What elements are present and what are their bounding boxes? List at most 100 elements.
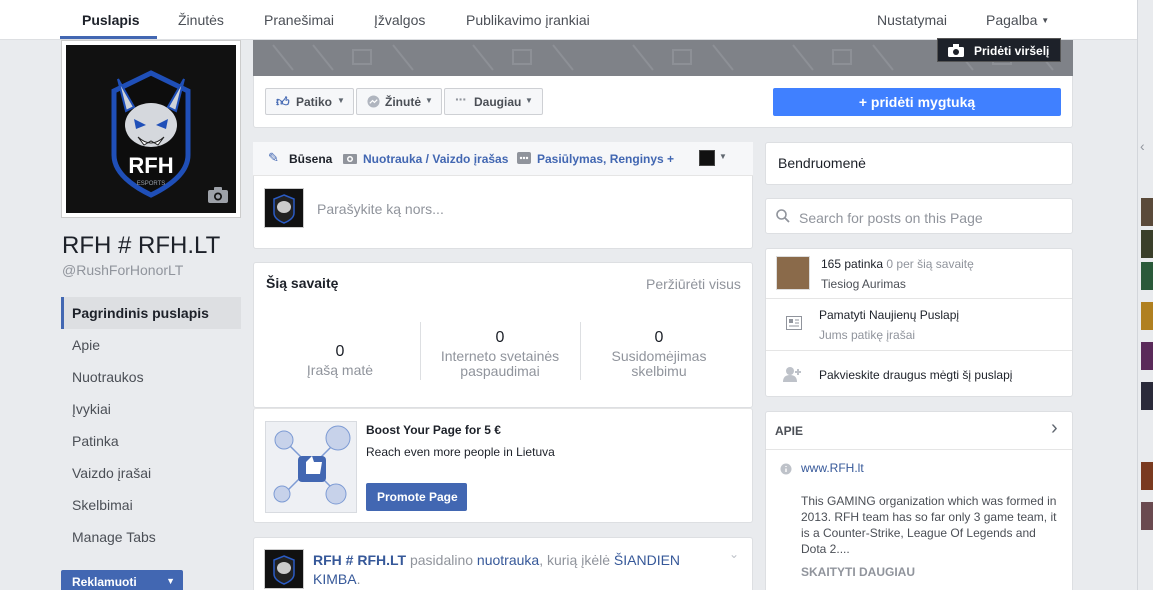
page-top-nav: Puslapis Žinutės Pranešimai Įžvalgos Pub… bbox=[0, 0, 1137, 40]
add-cover-button[interactable]: Pridėti viršelį bbox=[937, 38, 1061, 62]
sidebar-item-about[interactable]: Apie bbox=[61, 329, 241, 361]
pencil-icon: ✎ bbox=[268, 150, 279, 165]
tab-notifications[interactable]: Pranešimai bbox=[264, 12, 334, 28]
news-feed-icon bbox=[786, 316, 802, 330]
about-description: This GAMING organization which was forme… bbox=[801, 494, 1057, 556]
post-action-text: pasidalino bbox=[409, 552, 474, 568]
sidebar-item-videos[interactable]: Vaizdo įrašai bbox=[61, 457, 241, 489]
chevron-left-icon[interactable]: ‹ bbox=[1140, 138, 1145, 154]
stat-label: Interneto svetainės paspaudimai bbox=[440, 348, 560, 379]
sidebar-item-manage-tabs[interactable]: Manage Tabs bbox=[61, 521, 241, 553]
tab-offer-event[interactable]: Pasiūlymas, Renginys + bbox=[537, 152, 674, 166]
avatar[interactable] bbox=[776, 256, 810, 290]
divider bbox=[766, 350, 1072, 351]
stat-label: Įrašą matė bbox=[306, 362, 374, 378]
community-title: Bendruomenė bbox=[778, 155, 866, 171]
avatar bbox=[264, 549, 304, 589]
help-label: Pagalba bbox=[986, 12, 1038, 28]
search-input[interactable]: Search for posts on this Page bbox=[799, 210, 983, 226]
boost-title: Boost Your Page for 5 € bbox=[366, 423, 501, 437]
globe-icon bbox=[780, 463, 792, 475]
sidebar-item-photos[interactable]: Nuotraukos bbox=[61, 361, 241, 393]
tab-page[interactable]: Puslapis bbox=[82, 12, 140, 28]
messenger-icon bbox=[367, 95, 380, 108]
camera-icon[interactable] bbox=[207, 186, 229, 204]
thumbs-up-icon: 👍︎ bbox=[276, 94, 290, 109]
likes-week: 0 per šią savaitę bbox=[886, 257, 974, 271]
thumbnail[interactable] bbox=[1141, 262, 1153, 290]
post-as-selector[interactable]: ▼ bbox=[699, 150, 729, 166]
promote-page-button[interactable]: Promote Page bbox=[366, 483, 467, 511]
sidebar-item-events[interactable]: Įvykiai bbox=[61, 393, 241, 425]
post-photo-link[interactable]: nuotrauka bbox=[477, 552, 539, 568]
offer-icon bbox=[517, 152, 531, 164]
sidebar-item-likes[interactable]: Patinka bbox=[61, 425, 241, 457]
like-button[interactable]: 👍︎ Patiko ▼ bbox=[265, 88, 354, 115]
post-author-link[interactable]: RFH # RFH.LT bbox=[313, 552, 406, 568]
profile-picture-image: RFH ESPORTS bbox=[66, 45, 236, 213]
more-label: Daugiau bbox=[474, 95, 522, 109]
wolf-logo-icon bbox=[273, 555, 295, 585]
chevron-down-icon[interactable]: ⌄ bbox=[729, 547, 739, 561]
thumbnail[interactable] bbox=[1141, 198, 1153, 226]
tab-status[interactable]: Būsena bbox=[289, 152, 332, 166]
see-feed-link[interactable]: Pamatyti Naujienų Puslapį bbox=[819, 308, 959, 322]
caret-down-icon: ▼ bbox=[425, 96, 433, 105]
post-dot: . bbox=[356, 571, 361, 587]
caret-down-icon: ▼ bbox=[166, 576, 175, 586]
add-button-cta[interactable]: + pridėti mygtuką bbox=[773, 88, 1061, 116]
read-more-link[interactable]: SKAITYTI DAUGIAU bbox=[801, 565, 915, 579]
camera-icon bbox=[948, 44, 964, 57]
caret-down-icon: ▼ bbox=[525, 96, 533, 105]
settings-link[interactable]: Nustatymai bbox=[877, 12, 947, 28]
sidebar-item-home[interactable]: Pagrindinis puslapis bbox=[61, 297, 241, 329]
thumbnail[interactable] bbox=[1141, 502, 1153, 530]
stat-label: Susidomėjimas skelbimu bbox=[611, 348, 707, 379]
search-box[interactable]: Search for posts on this Page bbox=[765, 198, 1073, 234]
stat-value: 0 bbox=[335, 343, 345, 360]
recent-liker[interactable]: Tiesiog Aurimas bbox=[821, 277, 906, 291]
likes-card: 165 patinka 0 per šią savaitę Tiesiog Au… bbox=[765, 248, 1073, 397]
thumbnail[interactable] bbox=[1141, 302, 1153, 330]
more-dots-icon: ··· bbox=[455, 91, 467, 107]
post-action-rest: , kurią įkėlė bbox=[539, 552, 611, 568]
page-title: RFH # RFH.LT bbox=[62, 232, 221, 259]
profile-picture[interactable]: RFH ESPORTS bbox=[61, 40, 241, 218]
composer-input[interactable]: Parašykite ką nors... bbox=[317, 201, 444, 217]
tab-publishing-tools[interactable]: Publikavimo įrankiai bbox=[466, 12, 590, 28]
about-title: APIE bbox=[775, 424, 804, 438]
more-button[interactable]: ··· Daugiau ▼ bbox=[444, 88, 543, 115]
search-icon bbox=[776, 209, 790, 223]
thumbnail[interactable] bbox=[1141, 230, 1153, 258]
this-week-title: Šią savaitę bbox=[266, 275, 339, 291]
avatar bbox=[264, 188, 304, 228]
thumbnail[interactable] bbox=[1141, 462, 1153, 490]
website-link[interactable]: www.RFH.lt bbox=[801, 461, 864, 475]
help-link[interactable]: Pagalba ▼ bbox=[986, 12, 1049, 28]
community-card[interactable]: Bendruomenė bbox=[765, 142, 1073, 185]
caret-down-icon: ▼ bbox=[1041, 16, 1050, 25]
likes-count-line: 165 patinka 0 per šią savaitę bbox=[821, 257, 974, 271]
sidebar-item-ads[interactable]: Skelbimai bbox=[61, 489, 241, 521]
thumbnail[interactable] bbox=[1141, 382, 1153, 410]
photo-icon bbox=[343, 154, 357, 164]
chevron-right-icon[interactable]: › bbox=[1051, 417, 1058, 440]
page-username[interactable]: @RushForHonorLT bbox=[62, 262, 183, 278]
divider bbox=[420, 322, 421, 380]
logo-text: RFH bbox=[128, 153, 173, 178]
boost-subtitle: Reach even more people in Lietuva bbox=[366, 445, 555, 459]
message-button[interactable]: Žinutė ▼ bbox=[356, 88, 442, 115]
promote-button[interactable]: Reklamuoti ▼ bbox=[61, 570, 183, 590]
view-all-link[interactable]: Peržiūrėti visus bbox=[646, 276, 741, 292]
divider bbox=[580, 322, 581, 380]
wolf-logo-icon bbox=[273, 194, 295, 224]
invite-friends-link[interactable]: Pakvieskite draugus mėgti šį puslapį bbox=[819, 368, 1012, 382]
right-edge-strip: ‹ bbox=[1137, 0, 1153, 590]
stat-value: 0 bbox=[495, 329, 505, 346]
likes-total: 165 patinka bbox=[821, 257, 884, 271]
tab-messages[interactable]: Žinutės bbox=[178, 12, 224, 28]
thumbnail[interactable] bbox=[1141, 342, 1153, 370]
tab-photo-video[interactable]: Nuotrauka / Vaizdo įrašas bbox=[363, 152, 508, 166]
tab-insights[interactable]: Įžvalgos bbox=[374, 12, 425, 28]
avatar bbox=[699, 150, 715, 166]
